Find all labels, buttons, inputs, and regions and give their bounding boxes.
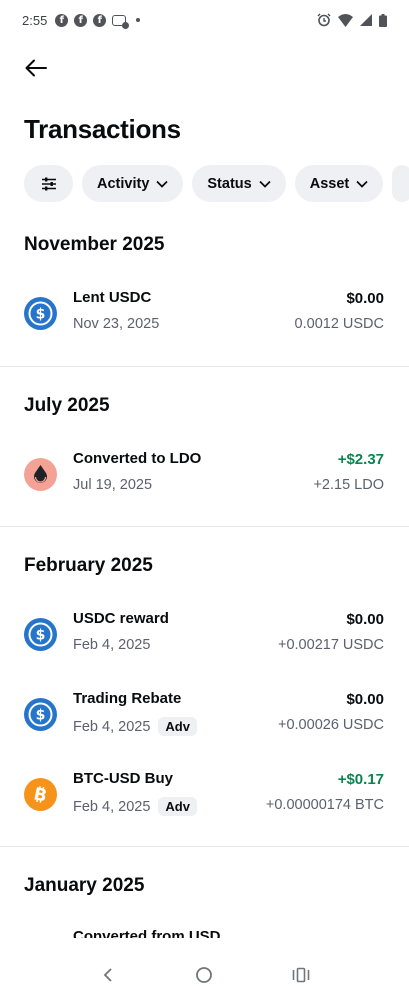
chevron-down-icon xyxy=(259,180,271,188)
section-title: January 2025 xyxy=(24,875,145,896)
transaction-crypto-amount: 0.0012 USDC xyxy=(294,316,384,332)
transaction-row[interactable]: Converted to LDO Jul 19, 2025 +$2.37 +2.… xyxy=(0,444,409,508)
transaction-row[interactable]: B BTC-USD Buy Feb 4, 2025 Adv +$0.17 +0.… xyxy=(0,764,409,828)
transaction-crypto-amount: +0.00000174 BTC xyxy=(265,797,384,813)
status-bar: 2:55 f f f xyxy=(0,0,409,40)
transaction-date: Feb 4, 2025 Adv xyxy=(73,717,197,736)
btc-icon: B xyxy=(24,778,57,811)
back-button[interactable] xyxy=(16,50,56,86)
chevron-left-icon xyxy=(103,968,112,982)
status-time: 2:55 xyxy=(22,12,48,28)
advanced-badge: Adv xyxy=(158,797,197,816)
section-title: July 2025 xyxy=(24,395,110,416)
date-text: Feb 4, 2025 xyxy=(73,718,151,735)
usdc-icon: $ xyxy=(24,297,57,330)
transaction-title: Lent USDC xyxy=(73,289,152,306)
signal-icon xyxy=(360,14,372,26)
status-left: 2:55 f f f xyxy=(22,12,141,29)
recents-icon xyxy=(292,967,310,983)
status-filter-chip[interactable]: Status xyxy=(192,165,286,202)
activity-filter-chip[interactable]: Activity xyxy=(82,165,184,202)
messenger-icon xyxy=(112,14,130,29)
activity-filter-label: Activity xyxy=(97,175,150,192)
section-divider xyxy=(0,366,409,367)
more-notifications-dot xyxy=(136,18,141,22)
transaction-date: Nov 23, 2025 xyxy=(73,316,159,332)
transaction-row[interactable]: $ Lent USDC Nov 23, 2025 $0.00 0.0012 US… xyxy=(0,283,409,347)
chevron-down-icon xyxy=(156,180,168,188)
transaction-row[interactable]: $ USDC reward Feb 4, 2025 $0.00 +0.00217… xyxy=(0,604,409,668)
date-text: Nov 23, 2025 xyxy=(73,316,160,332)
transaction-crypto-amount: +2.15 LDO xyxy=(313,477,384,493)
transaction-amount: $0.00 xyxy=(346,691,384,708)
advanced-badge: Adv xyxy=(158,717,197,736)
nav-recents-button[interactable] xyxy=(286,960,316,990)
transaction-amount: +$0.17 xyxy=(337,771,384,788)
ldo-icon xyxy=(24,458,57,491)
page-title: Transactions xyxy=(24,114,181,144)
system-nav-bar xyxy=(0,950,409,1000)
transaction-date: Jul 19, 2025 xyxy=(73,477,152,493)
date-text: Feb 4, 2025 xyxy=(73,637,151,653)
section-divider xyxy=(0,846,409,847)
facebook-icon: f xyxy=(93,13,107,27)
status-right xyxy=(317,13,387,27)
asset-filter-chip[interactable]: Asset xyxy=(294,165,384,202)
transaction-amount: +$2.37 xyxy=(337,451,384,468)
usdc-icon: $ xyxy=(24,698,57,731)
transaction-date: Feb 4, 2025 Adv xyxy=(73,797,197,816)
transaction-date: Feb 4, 2025 xyxy=(73,637,150,653)
more-filter-chip[interactable] xyxy=(392,165,409,202)
transaction-amount: $0.00 xyxy=(346,290,384,307)
usdc-icon: $ xyxy=(24,618,57,651)
nav-back-button[interactable] xyxy=(93,960,123,990)
facebook-icon: f xyxy=(74,13,88,27)
svg-text:$: $ xyxy=(36,628,46,644)
svg-text:$: $ xyxy=(36,307,46,323)
home-circle-icon xyxy=(196,967,213,983)
section-title: November 2025 xyxy=(24,234,165,255)
filter-chips: Activity Status Asset xyxy=(24,165,409,202)
transaction-title: Converted to LDO xyxy=(73,450,202,467)
filter-settings-button[interactable] xyxy=(24,165,73,202)
wifi-icon xyxy=(338,13,353,27)
transaction-crypto-amount: +0.00217 USDC xyxy=(278,637,384,653)
asset-filter-label: Asset xyxy=(309,175,350,192)
alarm-icon xyxy=(317,13,331,27)
date-text: Jul 19, 2025 xyxy=(73,477,153,493)
transaction-title: Converted from USD xyxy=(73,930,221,938)
facebook-icon: f xyxy=(55,13,69,27)
transaction-row[interactable]: $ Trading Rebate Feb 4, 2025 Adv $0.00 +… xyxy=(0,684,409,748)
arrow-left-icon xyxy=(25,59,47,77)
transaction-title: USDC reward xyxy=(73,610,169,627)
section-divider xyxy=(0,526,409,527)
section-title: February 2025 xyxy=(24,555,153,576)
transaction-title: Trading Rebate xyxy=(73,690,182,707)
battery-icon xyxy=(379,13,387,27)
sliders-icon xyxy=(41,177,56,190)
svg-text:$: $ xyxy=(36,708,46,724)
partial-transaction-row[interactable]: Converted from USD xyxy=(0,930,409,938)
chevron-down-icon xyxy=(356,180,368,188)
nav-home-button[interactable] xyxy=(189,960,219,990)
status-filter-label: Status xyxy=(207,175,252,192)
transaction-crypto-amount: +0.00026 USDC xyxy=(278,717,384,733)
transaction-amount: $0.00 xyxy=(346,611,384,628)
date-text: Feb 4, 2025 xyxy=(73,798,151,815)
transaction-title: BTC-USD Buy xyxy=(73,770,173,787)
